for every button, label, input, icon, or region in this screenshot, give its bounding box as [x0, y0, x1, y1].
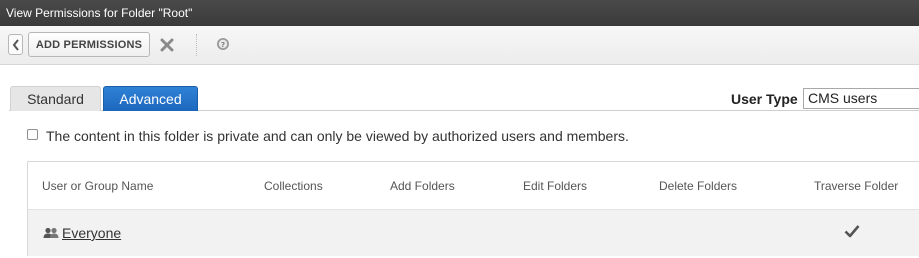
- close-button[interactable]: [159, 37, 175, 53]
- user-type-select[interactable]: CMS users: [803, 88, 919, 109]
- tab-standard[interactable]: Standard: [10, 86, 101, 111]
- column-header-edit-folders: Edit Folders: [523, 179, 588, 193]
- help-button[interactable]: ?: [216, 37, 230, 51]
- column-header-user-or-group: User or Group Name: [42, 179, 154, 193]
- private-folder-checkbox[interactable]: [27, 129, 38, 140]
- toolbar-separator: [196, 34, 197, 56]
- back-button[interactable]: [8, 34, 23, 55]
- group-icon: [43, 227, 59, 238]
- column-header-add-folders: Add Folders: [390, 179, 455, 193]
- help-icon: ?: [217, 38, 229, 50]
- table-header: User or Group Name Collections Add Folde…: [28, 162, 919, 209]
- add-permissions-button[interactable]: ADD PERMISSIONS: [28, 32, 150, 57]
- checkmark-icon: [844, 225, 860, 238]
- close-icon: [160, 38, 174, 52]
- column-header-delete-folders: Delete Folders: [659, 179, 738, 193]
- group-name-link[interactable]: Everyone: [62, 225, 121, 241]
- permissions-table: User or Group Name Collections Add Folde…: [27, 161, 919, 256]
- column-header-traverse-folder: Traverse Folder: [814, 179, 899, 193]
- svg-text:?: ?: [221, 41, 225, 49]
- user-type-label: User Type: [731, 91, 798, 107]
- chevron-left-icon: [12, 38, 19, 51]
- window-title: View Permissions for Folder "Root": [0, 0, 919, 26]
- toolbar: ADD PERMISSIONS ?: [0, 26, 919, 65]
- column-header-collections: Collections: [264, 179, 323, 193]
- private-folder-label: The content in this folder is private an…: [46, 128, 629, 144]
- tab-advanced[interactable]: Advanced: [103, 86, 198, 111]
- table-row: Everyone: [28, 209, 919, 256]
